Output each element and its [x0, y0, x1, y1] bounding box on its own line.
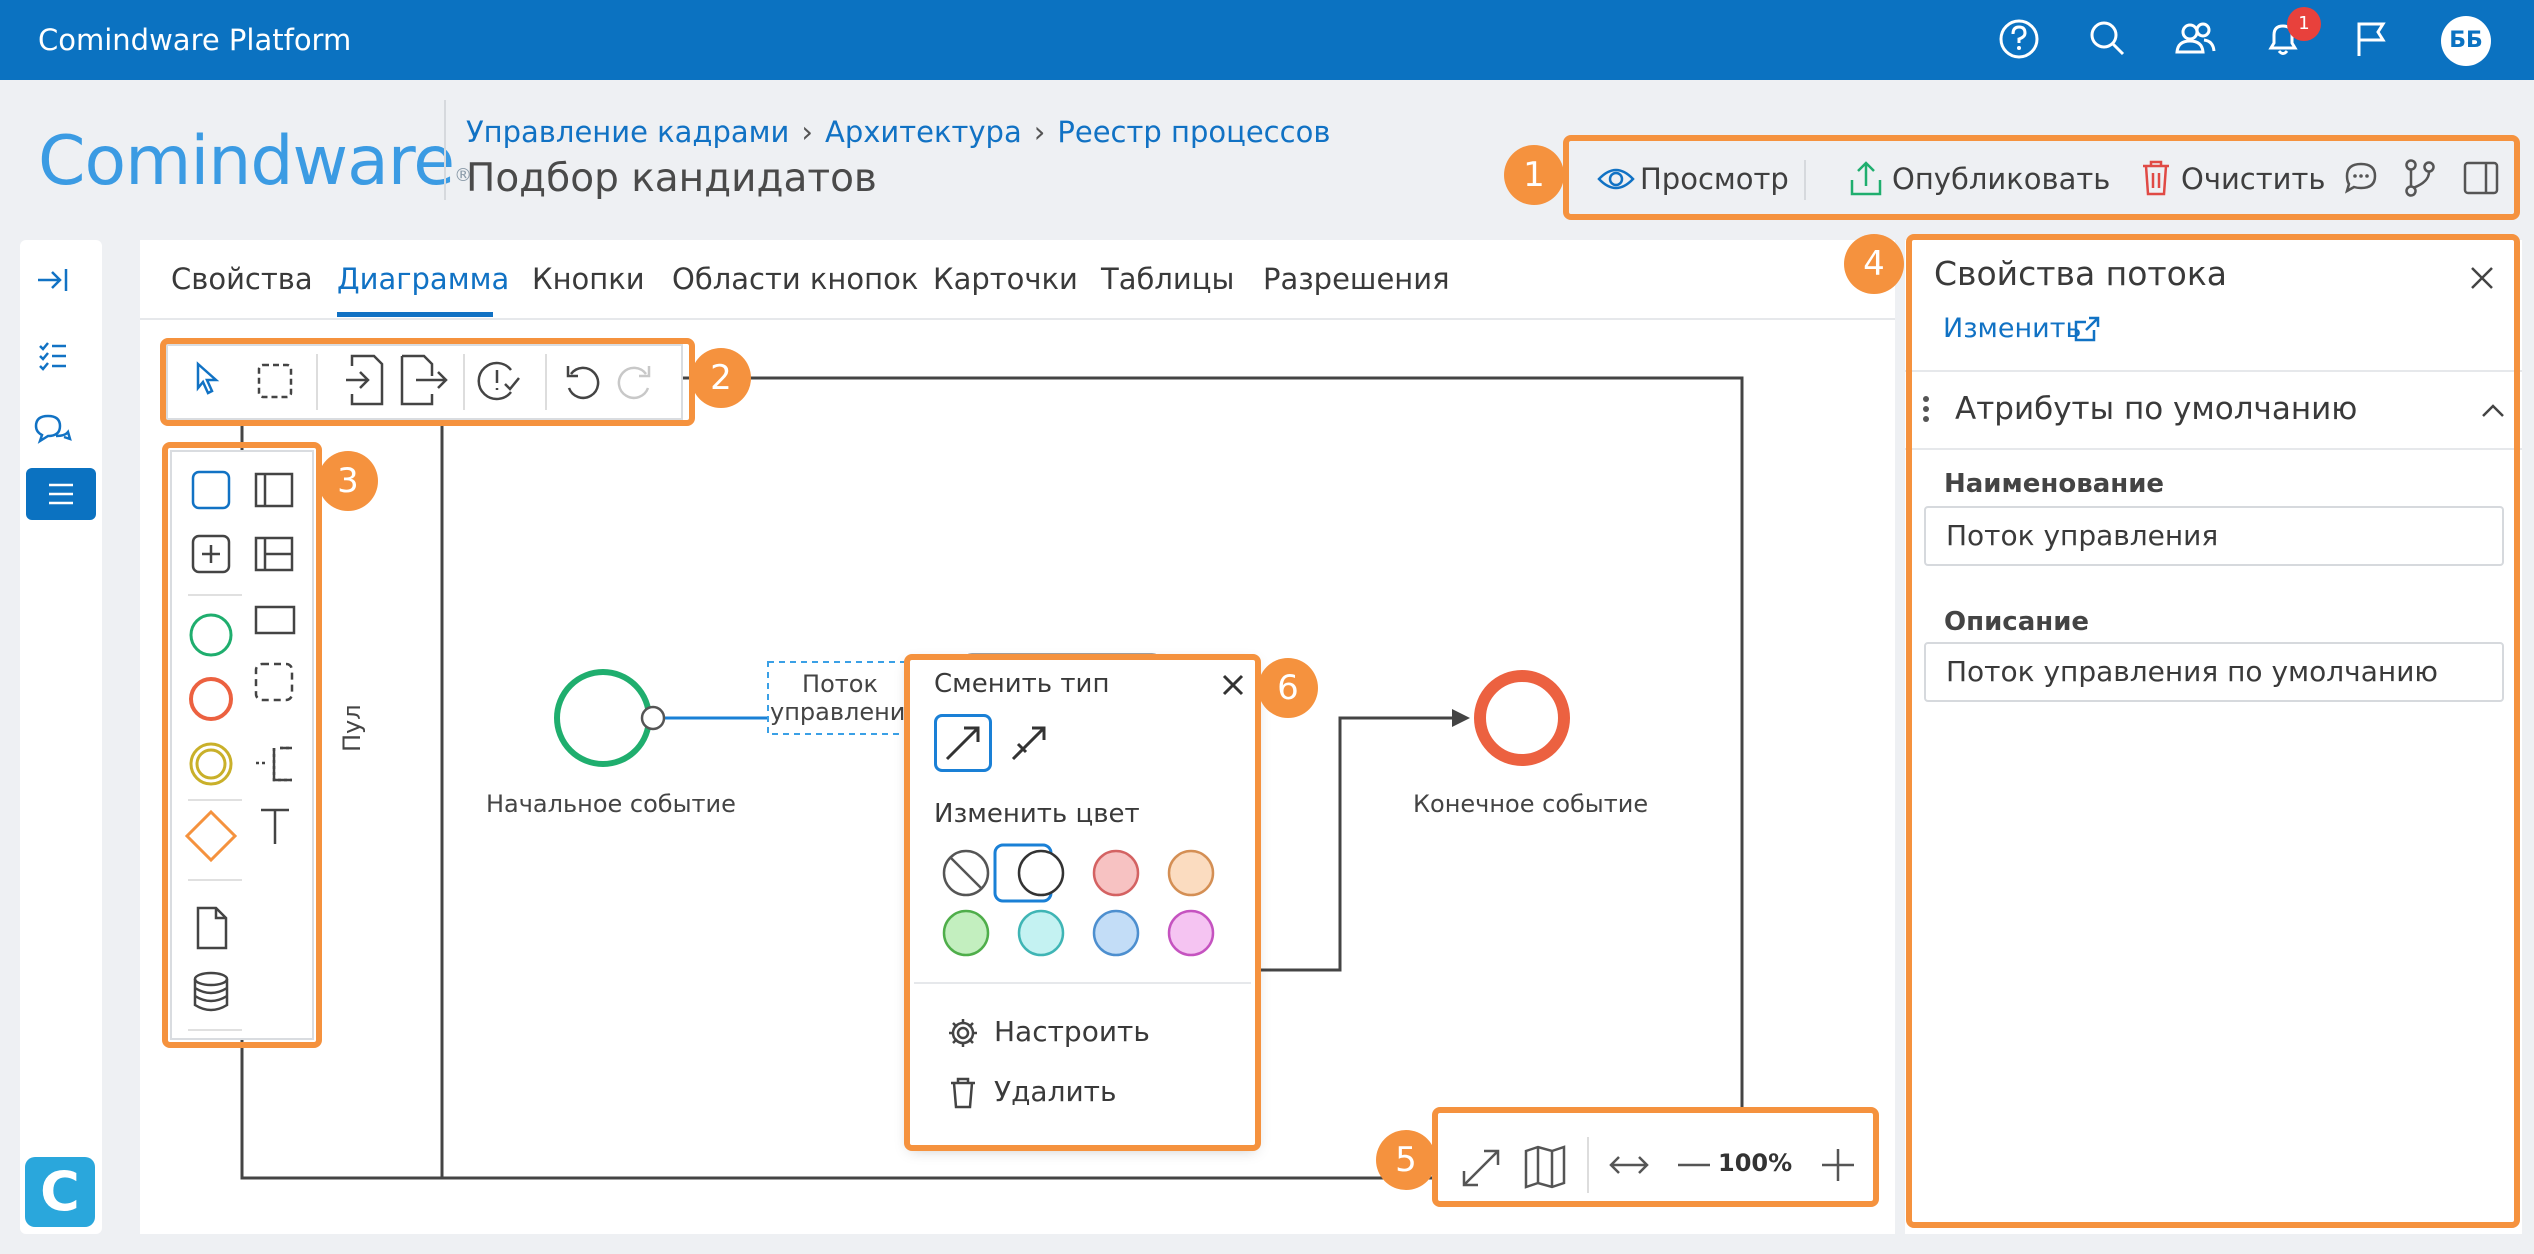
toolbar-highlight	[160, 338, 695, 426]
publish-button[interactable]: Опубликовать	[1892, 159, 2110, 199]
breadcrumb-item[interactable]: Реестр процессов	[1057, 115, 1330, 149]
search-icon[interactable]	[2083, 14, 2133, 64]
publish-icon	[1850, 161, 1882, 196]
popup-highlight	[904, 654, 1261, 1151]
users-icon[interactable]	[2170, 14, 2220, 64]
flow-line-end	[1230, 716, 1460, 972]
app-title: Comindware Platform	[38, 23, 352, 57]
callout-badge-6: 6	[1258, 658, 1318, 718]
callout-badge-3: 3	[318, 451, 378, 511]
tab-buttons[interactable]: Кнопки	[532, 262, 645, 296]
tab-tables[interactable]: Таблицы	[1101, 262, 1234, 296]
platform-logo-icon[interactable]: C	[25, 1157, 95, 1227]
end-event-label: Конечное событие	[1413, 790, 1649, 818]
breadcrumb-item[interactable]: Управление кадрами	[466, 115, 789, 149]
panel-highlight	[1906, 234, 2520, 1228]
clear-button[interactable]: Очистить	[2181, 159, 2325, 199]
panel-toggle-icon[interactable]	[2462, 160, 2500, 196]
tab-button-areas[interactable]: Области кнопок	[672, 262, 918, 296]
tabs-divider	[140, 318, 1895, 320]
trash-icon	[2143, 160, 2169, 196]
collapse-icon[interactable]	[22, 254, 82, 306]
left-rail	[20, 240, 102, 1234]
chat-icon[interactable]	[22, 404, 82, 456]
active-tab-indicator	[337, 312, 493, 317]
notification-badge: 1	[2287, 7, 2321, 41]
page-title: Подбор кандидатов	[466, 156, 877, 201]
start-event-shape	[554, 669, 652, 767]
tab-cards[interactable]: Карточки	[933, 262, 1078, 296]
end-event-shape	[1474, 670, 1570, 766]
callout-badge-4: 4	[1844, 234, 1904, 294]
connection-handle	[640, 705, 666, 731]
pool-label: Пул	[338, 704, 366, 752]
flow-label[interactable]: Поток управления	[770, 670, 920, 726]
header-divider	[444, 100, 446, 200]
tab-diagram[interactable]: Диаграмма	[337, 262, 509, 296]
flow-arrowhead	[1452, 709, 1470, 727]
callout-badge-2: 2	[691, 348, 751, 408]
toolbar-divider	[1804, 160, 1806, 200]
zoom-highlight	[1432, 1107, 1879, 1207]
company-logo: Comindware®	[38, 122, 472, 201]
branch-icon[interactable]	[2402, 158, 2438, 198]
checklist-icon[interactable]	[22, 330, 82, 382]
top-bar	[0, 0, 2534, 80]
comment-icon[interactable]	[2342, 160, 2380, 196]
palette-highlight	[162, 442, 322, 1048]
tab-permissions[interactable]: Разрешения	[1263, 262, 1450, 296]
help-icon[interactable]	[1994, 14, 2044, 64]
breadcrumb-item[interactable]: Архитектура	[825, 115, 1022, 149]
menu-icon	[49, 483, 73, 505]
flag-icon[interactable]	[2346, 14, 2396, 64]
preview-button[interactable]: Просмотр	[1640, 159, 1789, 199]
user-avatar[interactable]: ББ	[2441, 16, 2491, 66]
callout-badge-1: 1	[1504, 145, 1564, 205]
tab-properties[interactable]: Свойства	[171, 262, 313, 296]
callout-badge-5: 5	[1376, 1130, 1436, 1190]
eye-icon	[1597, 168, 1635, 190]
start-event-label: Начальное событие	[486, 790, 736, 818]
breadcrumb: Управление кадрами › Архитектура › Реестр пр…	[466, 115, 1331, 149]
